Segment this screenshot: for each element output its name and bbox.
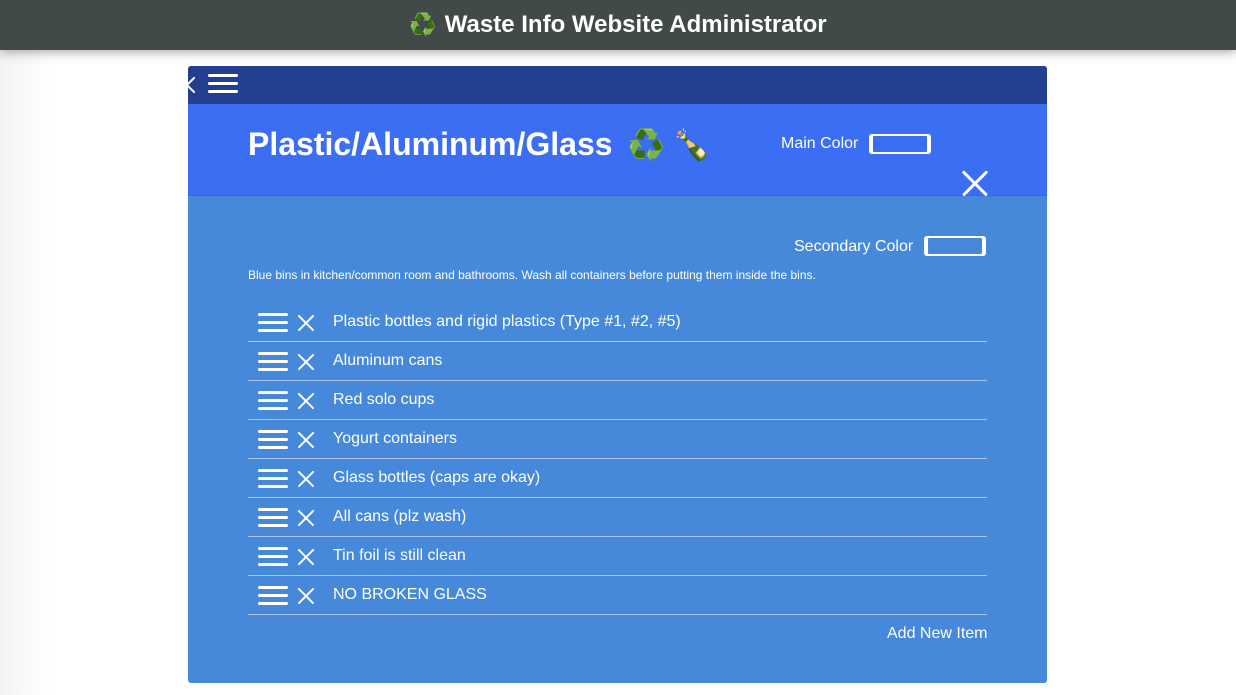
category-title-text: Plastic/Aluminum/Glass: [248, 126, 613, 162]
list-item: Red solo cups: [248, 381, 987, 420]
hamburger-menu-icon[interactable]: [208, 74, 238, 96]
list-item: Glass bottles (caps are okay): [248, 459, 987, 498]
delete-x-icon[interactable]: [297, 509, 315, 527]
list-item: Tin foil is still clean: [248, 537, 987, 576]
add-new-item-button[interactable]: Add New Item: [887, 625, 987, 643]
delete-x-icon[interactable]: [297, 548, 315, 566]
recycle-bottle-emoji-icon: ♻️ 🍾: [627, 129, 711, 162]
item-label[interactable]: Aluminum cans: [333, 352, 442, 370]
item-label[interactable]: Tin foil is still clean: [333, 547, 466, 565]
drag-handle-icon[interactable]: [258, 313, 288, 332]
item-label[interactable]: Glass bottles (caps are okay): [333, 469, 540, 487]
item-label[interactable]: Plastic bottles and rigid plastics (Type…: [333, 313, 681, 331]
item-label[interactable]: NO BROKEN GLASS: [333, 586, 487, 604]
item-label[interactable]: All cans (plz wash): [333, 508, 466, 526]
drag-handle-icon[interactable]: [258, 352, 288, 371]
drag-handle-icon[interactable]: [258, 430, 288, 449]
category-title[interactable]: Plastic/Aluminum/Glass ♻️ 🍾: [248, 126, 711, 163]
list-item: All cans (plz wash): [248, 498, 987, 537]
app-header: ♻️ Waste Info Website Administrator: [0, 0, 1236, 50]
drag-handle-icon[interactable]: [258, 469, 288, 488]
delete-x-icon[interactable]: [297, 314, 315, 332]
item-list: Plastic bottles and rigid plastics (Type…: [248, 303, 987, 615]
delete-x-icon[interactable]: [297, 470, 315, 488]
main-color-fill: [873, 136, 927, 152]
secondary-color-label: Secondary Color: [794, 238, 914, 255]
secondary-color-picker[interactable]: [924, 236, 986, 256]
recycle-logo-icon: ♻️: [409, 12, 437, 37]
delete-x-icon[interactable]: [297, 353, 315, 371]
drag-handle-icon[interactable]: [258, 391, 288, 410]
delete-x-icon[interactable]: [297, 587, 315, 605]
list-item: Yogurt containers: [248, 420, 987, 459]
side-shadow: [0, 50, 50, 695]
category-description[interactable]: Blue bins in kitchen/common room and bat…: [248, 268, 816, 282]
item-label[interactable]: Yogurt containers: [333, 430, 457, 448]
drag-handle-icon[interactable]: [258, 586, 288, 605]
delete-x-icon[interactable]: [297, 392, 315, 410]
main-color-label: Main Color: [781, 135, 859, 152]
item-label[interactable]: Red solo cups: [333, 391, 434, 409]
secondary-color-fill: [928, 238, 982, 254]
drag-handle-icon[interactable]: [258, 547, 288, 566]
list-item: Aluminum cans: [248, 342, 987, 381]
delete-x-icon[interactable]: [297, 431, 315, 449]
delete-category-icon[interactable]: [960, 168, 990, 198]
list-item: NO BROKEN GLASS: [248, 576, 987, 615]
list-item: Plastic bottles and rigid plastics (Type…: [248, 303, 987, 342]
category-editor-card: Plastic/Aluminum/Glass ♻️ 🍾 Main Color S…: [188, 66, 1047, 683]
close-icon[interactable]: [188, 76, 196, 94]
main-color-picker[interactable]: [869, 134, 931, 154]
drag-handle-icon[interactable]: [258, 508, 288, 527]
app-title: Waste Info Website Administrator: [444, 11, 827, 38]
card-nav-bar: [188, 66, 1047, 104]
